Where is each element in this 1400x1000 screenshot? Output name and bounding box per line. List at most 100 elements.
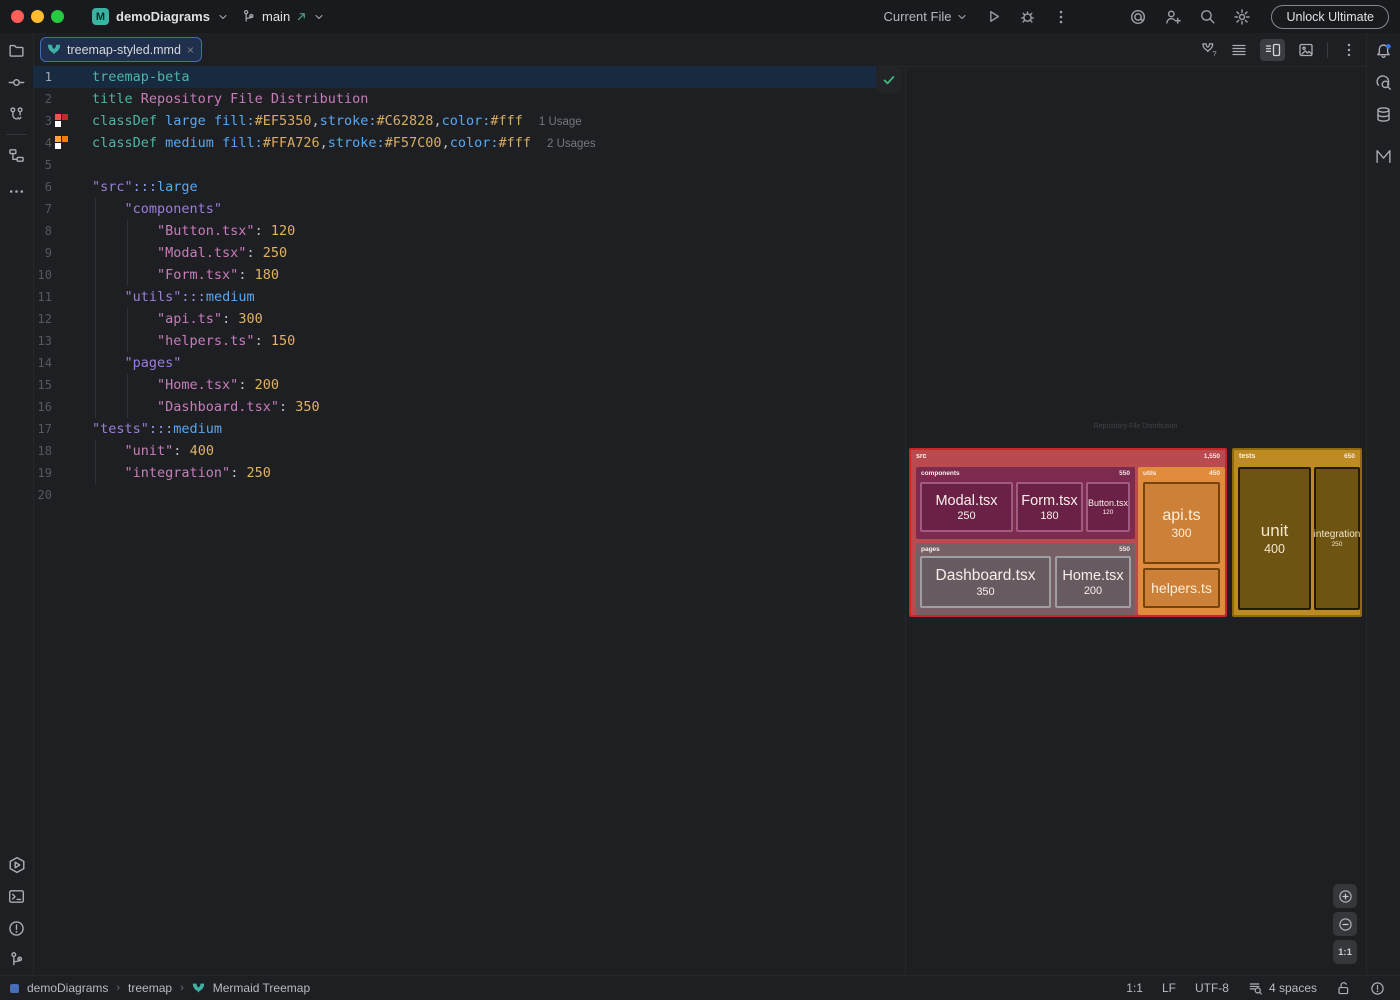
color-preview-swatch[interactable] [55,114,69,128]
pull-requests-icon[interactable] [8,106,25,123]
tab-close-icon[interactable]: × [187,44,194,56]
section-label: src [916,453,927,460]
services-icon[interactable] [8,856,26,874]
project-widget[interactable]: M demoDiagrams [92,0,229,33]
notifications-bell-icon[interactable] [1375,43,1392,60]
cell-value: 250 [1331,541,1343,548]
code-line-2[interactable]: 2 title Repository File Distribution [33,88,905,110]
check-icon [883,76,895,85]
cell-value: 200 [1083,584,1103,597]
unlocked-icon[interactable] [1336,981,1351,996]
code-line-17[interactable]: 17 "tests":::medium [33,418,905,440]
code-line-11[interactable]: 11 "utils":::medium [33,286,905,308]
close-window-button[interactable] [11,10,24,23]
code-line-16[interactable]: 16 "Dashboard.tsx": 350 [33,396,905,418]
treemap-cell-form[interactable]: Form.tsx 180 [1016,482,1083,532]
code-text: "src":::large [92,179,198,195]
zoom-reset-button[interactable]: 1:1 [1333,940,1357,964]
project-folder-icon[interactable] [8,42,25,59]
code-editor[interactable]: 1 treemap-beta 2 title Repository File Dist… [33,66,905,975]
tab-treemap-styled[interactable]: treemap-styled.mmd × [40,37,202,62]
settings-gear-icon[interactable] [1233,8,1251,26]
code-line-8[interactable]: 8 "Button.tsx": 120 [33,220,905,242]
usages-inlay-hint[interactable]: 1 Usage [539,116,582,128]
preview-only-view-icon[interactable] [1298,42,1314,58]
ai-assistant-icon[interactable] [1129,8,1147,26]
code-line-18[interactable]: 18 "unit": 400 [33,440,905,462]
treemap-cell-button[interactable]: Button.tsx 120 [1086,482,1130,532]
ai-search-icon[interactable] [1375,74,1392,91]
run-configuration-selector[interactable]: Current File [884,9,969,24]
code-line-15[interactable]: 15 "Home.tsx": 200 [33,374,905,396]
code-line-4[interactable]: 4 classDef medium fill:#FFA726,stroke:#F5… [33,132,905,154]
search-icon[interactable] [1199,8,1216,25]
usages-inlay-hint[interactable]: 2 Usages [547,138,596,150]
color-preview-swatch[interactable] [55,136,69,150]
caret-position[interactable]: 1:1 [1126,981,1143,995]
treemap-section-src[interactable]: src 1,550 components 550 Modal.tsx 250 F… [909,448,1227,617]
treemap-cell-api[interactable]: api.ts 300 [1143,482,1220,564]
error-indicator-icon[interactable] [1370,981,1385,996]
treemap-cell-dashboard[interactable]: Dashboard.tsx 350 [920,556,1051,608]
cell-name: helpers.ts [1151,580,1212,596]
treemap-cell-modal[interactable]: Modal.tsx 250 [920,482,1013,532]
breadcrumb-file[interactable]: Mermaid Treemap [213,981,310,995]
run-button[interactable] [985,8,1002,25]
code-line-6[interactable]: 6 "src":::large [33,176,905,198]
treemap-cell-helpers[interactable]: helpers.ts [1143,568,1220,608]
code-line-7[interactable]: 7 "components" [33,198,905,220]
branch-widget[interactable]: main [241,0,325,33]
breadcrumb-project[interactable]: demoDiagrams [27,981,108,995]
editor-only-view-icon[interactable] [1231,42,1247,58]
line-number: 2 [44,92,52,106]
code-line-5[interactable]: 5 [33,154,905,176]
code-line-9[interactable]: 9 "Modal.tsx": 250 [33,242,905,264]
code-line-13[interactable]: 13 "helpers.ts": 150 [33,330,905,352]
code-line-19[interactable]: 19 "integration": 250 [33,462,905,484]
minimize-window-button[interactable] [31,10,44,23]
code-with-me-icon[interactable] [1164,8,1182,26]
code-line-3[interactable]: 3 classDef large fill:#EF5350,stroke:#C62… [33,110,905,132]
zoom-in-button[interactable] [1333,884,1357,908]
terminal-icon[interactable] [8,888,25,905]
treemap-section-tests[interactable]: tests 650 unit 400 integration 250 [1232,448,1362,617]
code-line-20[interactable]: 20 [33,484,905,506]
database-icon[interactable] [1375,106,1392,123]
indent-setting[interactable]: 4 spaces [1248,981,1317,996]
commit-icon[interactable] [8,74,25,91]
line-number: 1 [44,70,52,84]
breadcrumb-folder[interactable]: treemap [128,981,172,995]
more-toolwindows-icon[interactable] [8,183,25,200]
debug-button[interactable] [1019,8,1036,25]
treemap-cell-integration[interactable]: integration 250 [1314,467,1360,610]
cell-name: Dashboard.tsx [935,566,1036,584]
cell-name: integration [1313,529,1361,540]
unlock-ultimate-button[interactable]: Unlock Ultimate [1271,4,1389,29]
code-line-1[interactable]: 1 treemap-beta [33,66,905,88]
code-text: "Dashboard.tsx": 350 [157,399,320,415]
zoom-out-button[interactable] [1333,912,1357,936]
treemap-section-pages[interactable]: pages 550 Dashboard.tsx 350 Home.tsx 200 [916,543,1135,615]
treemap-cell-home[interactable]: Home.tsx 200 [1055,556,1131,608]
git-toolwindow-icon[interactable] [8,951,25,968]
code-line-14[interactable]: 14 "pages" [33,352,905,374]
treemap-section-utils[interactable]: utils 450 api.ts 300 helpers.ts [1138,467,1225,615]
mermaid-file-icon [192,983,204,993]
maximize-window-button[interactable] [51,10,64,23]
structure-icon[interactable] [8,147,25,164]
editor-and-preview-view-button[interactable] [1260,38,1285,61]
treemap-cell-unit[interactable]: unit 400 [1238,467,1311,610]
code-text: "Button.tsx": 120 [157,223,296,239]
file-encoding[interactable]: UTF-8 [1195,981,1229,995]
problems-icon[interactable] [8,920,25,937]
code-text: "helpers.ts": 150 [157,333,296,349]
treemap-section-components[interactable]: components 550 Modal.tsx 250 Form.tsx 18… [916,467,1135,539]
code-line-12[interactable]: 12 "api.ts": 300 [33,308,905,330]
line-separator[interactable]: LF [1162,981,1176,995]
more-actions-button[interactable] [1053,9,1069,25]
inspections-ok-widget[interactable] [876,67,902,93]
mermaid-toolwindow-icon[interactable] [1375,148,1392,165]
mermaid-settings-icon[interactable]: ? [1201,41,1218,58]
code-line-10[interactable]: 10 "Form.tsx": 180 [33,264,905,286]
editor-kebab-menu-icon[interactable] [1341,42,1357,58]
